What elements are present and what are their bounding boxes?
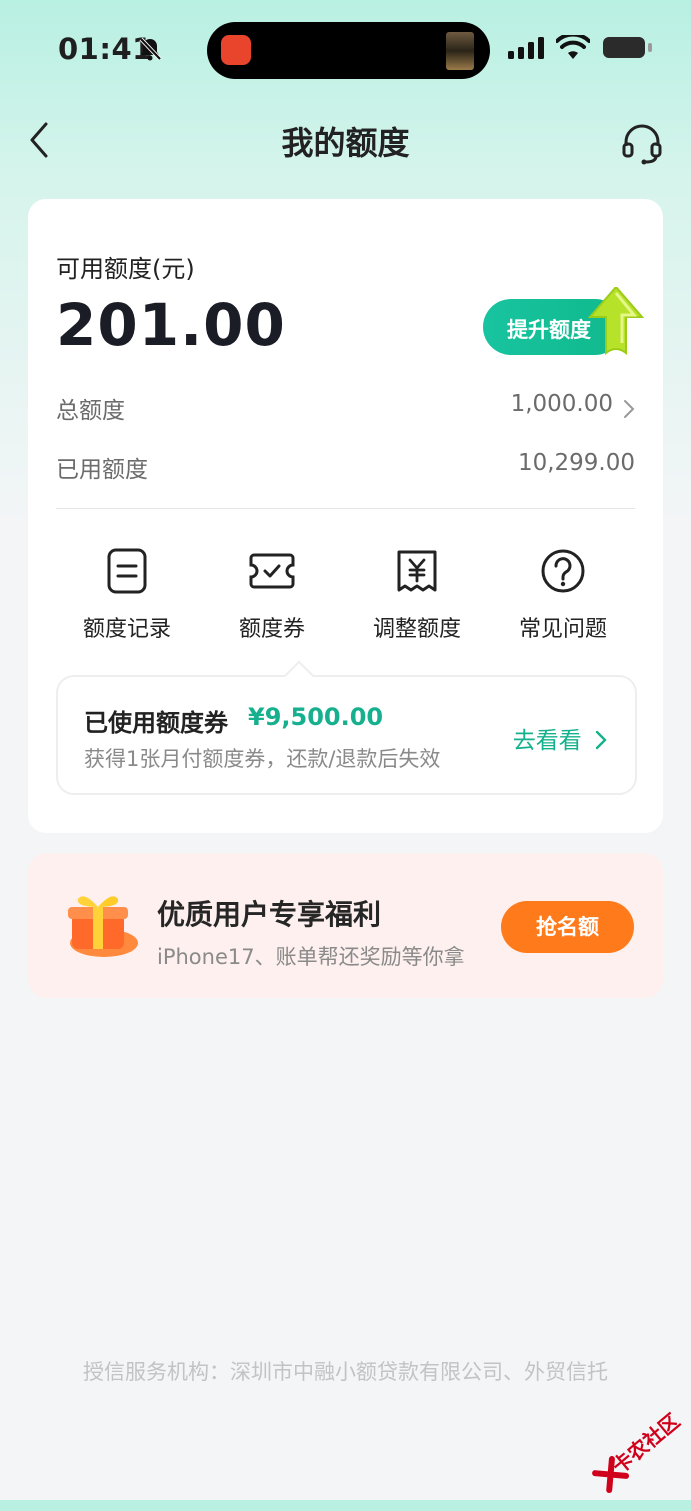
coupon-pointer xyxy=(283,660,315,692)
shortcut-adjust-credit[interactable]: 调整额度 xyxy=(342,547,492,647)
total-credit-label: 总额度 xyxy=(56,398,125,424)
used-credit-label: 已用额度 xyxy=(56,457,148,483)
ticket-check-icon xyxy=(249,553,295,589)
page-title: 我的额度 xyxy=(281,124,410,162)
media-thumbnail xyxy=(446,32,474,70)
used-credit-value: 10,299.00 xyxy=(517,450,635,476)
bell-muted-icon xyxy=(137,36,163,66)
raise-credit-label: 提升额度 xyxy=(507,318,591,342)
shortcut-faq[interactable]: 常见问题 xyxy=(488,547,638,647)
nav-header: 我的额度 xyxy=(0,104,691,176)
watermark-logo: 卡农社区 xyxy=(570,1379,691,1511)
customer-service-button[interactable] xyxy=(620,122,664,166)
shortcut-label: 调整额度 xyxy=(372,617,461,642)
shortcut-label: 常见问题 xyxy=(518,617,607,642)
credit-card: 可用额度(元) 201.00 提升额度 总额度 1,000.00 已用额度 10… xyxy=(28,199,663,833)
shortcut-credit-coupons[interactable]: 额度券 xyxy=(197,547,347,647)
question-circle-icon xyxy=(541,549,585,593)
cellular-signal-icon xyxy=(508,37,546,63)
chevron-right-icon xyxy=(595,730,607,750)
coupon-subtitle: 获得1张月付额度券，还款/退款后失效 xyxy=(84,747,441,771)
coupon-amount: ¥9,500.00 xyxy=(248,703,384,731)
coupon-banner[interactable]: 已使用额度券 ¥9,500.00 获得1张月付额度券，还款/退款后失效 去看看 xyxy=(56,660,637,795)
divider xyxy=(56,508,635,509)
battery-cap xyxy=(648,43,652,52)
promo-card: 优质用户专享福利 iPhone17、账单帮还奖励等你拿 抢名额 xyxy=(28,853,663,998)
battery-icon xyxy=(603,37,645,58)
promo-subtitle: iPhone17、账单帮还奖励等你拿 xyxy=(157,945,465,969)
wifi-icon xyxy=(555,32,591,65)
grab-slot-button[interactable]: 抢名额 xyxy=(501,901,634,953)
arrow-up-icon xyxy=(587,285,645,361)
status-bar: 01:41 xyxy=(0,0,691,100)
total-credit-row[interactable]: 总额度 1,000.00 xyxy=(56,391,635,431)
shortcut-grid: 额度记录 额度券 调整额度 常见问题 xyxy=(28,547,663,647)
available-credit-label: 可用额度(元) xyxy=(56,255,195,283)
yuan-receipt-icon xyxy=(397,550,437,592)
lender-disclosure: 授信服务机构：深圳市中融小额贷款有限公司、外贸信托 xyxy=(83,1360,608,1384)
dynamic-island xyxy=(207,22,490,79)
total-credit-value: 1,000.00 xyxy=(510,391,613,417)
watermark-text: 卡农社区 xyxy=(607,1408,685,1479)
used-credit-row: 已用额度 10,299.00 xyxy=(56,450,635,490)
shortcut-label: 额度记录 xyxy=(82,617,171,642)
document-icon xyxy=(107,548,147,594)
shortcut-credit-records[interactable]: 额度记录 xyxy=(52,547,202,647)
shortcut-label: 额度券 xyxy=(238,617,305,642)
available-credit-amount: 201.00 xyxy=(56,291,286,359)
promo-title: 优质用户专享福利 xyxy=(157,898,382,931)
headset-icon xyxy=(622,124,662,165)
coupon-title: 已使用额度券 xyxy=(84,709,228,737)
view-coupon-label: 去看看 xyxy=(512,728,582,754)
chevron-right-icon xyxy=(623,399,635,423)
view-coupon-link[interactable]: 去看看 xyxy=(513,721,607,755)
gift-box-icon xyxy=(64,889,140,963)
app-activity-icon xyxy=(221,35,251,65)
